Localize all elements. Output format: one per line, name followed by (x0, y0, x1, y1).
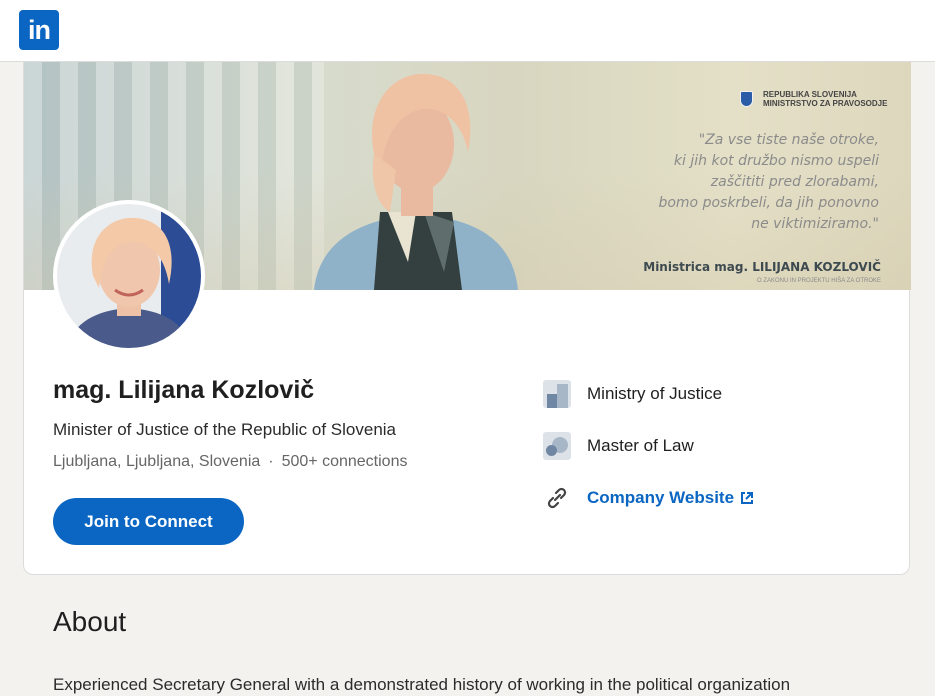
building-icon (543, 380, 571, 408)
profile-photo (57, 204, 201, 348)
quote-line: "Za vse tiste naše otroke, (698, 132, 879, 148)
connections-count: 500+ connections (281, 453, 408, 470)
company-website-label[interactable]: Company Website (587, 488, 734, 508)
top-bar: in (0, 0, 935, 62)
school-icon (543, 432, 571, 460)
education-item[interactable]: Master of Law (543, 432, 694, 460)
quote-line: zaščititi pred zlorabami, (710, 174, 879, 190)
banner-signature-sub: O ZAKONU IN PROJEKTU HIŠA ZA OTROKE (756, 278, 881, 284)
slovenia-crest-icon (740, 91, 753, 107)
join-to-connect-button[interactable]: Join to Connect (53, 498, 244, 545)
org-line-1: REPUBLIKA SLOVENIJA (763, 90, 857, 99)
profile-name: mag. Lilijana Kozlovič (53, 376, 315, 404)
separator-dot: · (268, 453, 274, 470)
banner-portrait (314, 73, 518, 290)
link-icon (547, 487, 567, 509)
quote-line: bomo poskrbeli, da jih ponovno (658, 195, 879, 211)
ministry-crest: REPUBLIKA SLOVENIJA MINISTRSTVO ZA PRAVO… (740, 90, 887, 108)
education-name: Master of Law (587, 436, 694, 455)
linkedin-logo[interactable]: in (19, 10, 59, 50)
banner-quote: "Za vse tiste naše otroke, ki jih kot dr… (634, 130, 879, 235)
org-line-2: MINISTRSTVO ZA PRAVOSODJE (763, 99, 888, 108)
external-link-icon (741, 492, 754, 504)
profile-card: REPUBLIKA SLOVENIJA MINISTRSTVO ZA PRAVO… (23, 62, 911, 575)
about-text: Experienced Secretary General with a dem… (53, 675, 791, 694)
quote-line: ne viktimiziramo." (751, 216, 879, 232)
about-heading: About (53, 606, 127, 637)
profile-headline: Minister of Justice of the Republic of S… (53, 420, 397, 439)
location-text: Ljubljana, Ljubljana, Slovenia (53, 453, 261, 470)
current-company[interactable]: Ministry of Justice (543, 380, 722, 408)
banner-signature: Ministrica mag. LILIJANA KOZLOVIČ (643, 260, 881, 274)
location-row: Ljubljana, Ljubljana, Slovenia · 500+ co… (53, 453, 407, 471)
company-name: Ministry of Justice (587, 384, 723, 403)
company-website-link[interactable]: Company Website (543, 484, 754, 512)
avatar[interactable] (53, 200, 205, 352)
quote-line: ki jih kot družbo nismo uspeli (673, 153, 879, 169)
